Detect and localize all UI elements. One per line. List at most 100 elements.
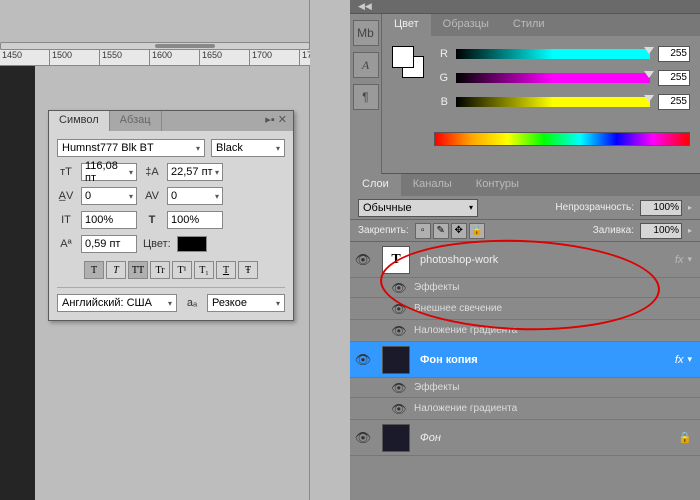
canvas[interactable] [0, 66, 35, 500]
kerning-icon: A̲V [57, 187, 75, 205]
visibility-toggle-icon[interactable]: 👁 [350, 430, 376, 446]
tab-channels[interactable]: Каналы [401, 174, 464, 196]
italic-btn[interactable]: T [106, 261, 126, 279]
kerning-input[interactable]: 0▾ [81, 187, 137, 205]
h-scrollbar[interactable] [0, 42, 310, 50]
fill-label: Заливка: [593, 225, 634, 236]
blend-mode-select[interactable]: Обычные▾ [358, 199, 478, 217]
lock-icon: 🔒 [678, 431, 700, 444]
b-slider[interactable] [456, 97, 650, 107]
effects-header[interactable]: 👁 Эффекты [350, 378, 700, 398]
opacity-arrow-icon[interactable]: ▸ [688, 203, 692, 212]
visibility-toggle-icon[interactable]: 👁 [390, 324, 408, 338]
lock-all-icon[interactable]: 🔒 [469, 223, 485, 239]
g-value[interactable]: 255 [658, 70, 690, 86]
antialias-icon: aₐ [183, 294, 201, 312]
effect-row[interactable]: 👁 Наложение градиента [350, 398, 700, 420]
r-slider[interactable] [456, 49, 650, 59]
fill-input[interactable]: 100% [640, 223, 682, 239]
font-style-select[interactable]: Black▾ [211, 139, 285, 157]
h-scale-input[interactable]: 100% [167, 211, 223, 229]
fx-expand-icon[interactable]: ▾ [687, 354, 700, 365]
h-scale-icon: T [143, 211, 161, 229]
fx-expand-icon[interactable]: ▾ [687, 254, 700, 265]
antialias-select[interactable]: Резкое▾ [207, 294, 285, 312]
font-size-icon: тТ [57, 163, 75, 181]
tab-layers[interactable]: Слои [350, 174, 401, 196]
raster-layer-thumb-icon [382, 346, 410, 374]
visibility-toggle-icon[interactable]: 👁 [390, 381, 408, 395]
fg-bg-swatches[interactable] [392, 46, 424, 78]
collapse-arrows-icon: ◀◀ [358, 1, 372, 12]
smallcaps-btn[interactable]: Tr [150, 261, 170, 279]
b-label: B [436, 96, 448, 108]
g-slider[interactable] [456, 73, 650, 83]
text-color-swatch[interactable] [177, 236, 207, 252]
paragraph-panel-icon[interactable]: ¶ [353, 84, 379, 110]
right-panel-group: ◀◀ Mb A ¶ Цвет Образцы Стили R 255 [350, 0, 700, 500]
layer-row-text[interactable]: 👁 T photoshop-work fx ▾ [350, 242, 700, 278]
color-spectrum[interactable] [434, 132, 690, 146]
color-label: Цвет: [143, 238, 171, 250]
opacity-input[interactable]: 100% [640, 200, 682, 216]
tab-swatches[interactable]: Образцы [431, 14, 501, 36]
bold-btn[interactable]: T [84, 261, 104, 279]
r-label: R [436, 48, 448, 60]
fx-badge[interactable]: fx [675, 254, 688, 266]
fill-arrow-icon[interactable]: ▸ [688, 226, 692, 235]
leading-icon: ‡A [143, 163, 161, 181]
effect-row[interactable]: 👁 Наложение градиента [350, 320, 700, 342]
g-label: G [436, 72, 448, 84]
tab-styles[interactable]: Стили [501, 14, 557, 36]
layer-row-background[interactable]: 👁 Фон 🔒 [350, 420, 700, 456]
underline-btn[interactable]: T [216, 261, 236, 279]
layer-row-selected[interactable]: 👁 Фон копия fx ▾ [350, 342, 700, 378]
r-value[interactable]: 255 [658, 46, 690, 62]
mb-panel-icon[interactable]: Mb [353, 20, 379, 46]
character-panel-icon[interactable]: A [353, 52, 379, 78]
allcaps-btn[interactable]: TT [128, 261, 148, 279]
subscript-btn[interactable]: T₁ [194, 261, 214, 279]
visibility-toggle-icon[interactable]: 👁 [390, 281, 408, 295]
tracking-input[interactable]: 0▾ [167, 187, 223, 205]
collapse-bar[interactable]: ◀◀ [350, 0, 700, 14]
font-size-input[interactable]: 116,08 пт▾ [81, 163, 137, 181]
lock-position-icon[interactable]: ✥ [451, 223, 467, 239]
raster-layer-thumb-icon [382, 424, 410, 452]
tab-character[interactable]: Символ [49, 111, 110, 131]
layers-panel: Слои Каналы Контуры Обычные▾ Непрозрачно… [350, 174, 700, 500]
text-layer-thumb-icon: T [382, 246, 410, 274]
superscript-btn[interactable]: T¹ [172, 261, 192, 279]
lock-pixels-icon[interactable]: ✎ [433, 223, 449, 239]
fx-badge[interactable]: fx [675, 354, 688, 366]
strikethrough-btn[interactable]: Ŧ [238, 261, 258, 279]
color-panel: Цвет Образцы Стили R 255 G 255 [382, 14, 700, 174]
effects-header[interactable]: 👁 Эффекты [350, 278, 700, 298]
visibility-toggle-icon[interactable]: 👁 [350, 252, 376, 268]
character-panel: Символ Абзац ▸▪ ✕ Humnst777 Blk BT▾ Blac… [48, 110, 294, 321]
panel-menu-icon[interactable]: ▸▪ ✕ [259, 111, 293, 131]
font-family-select[interactable]: Humnst777 Blk BT▾ [57, 139, 205, 157]
lock-label: Закрепить: [358, 225, 409, 236]
layer-list: 👁 T photoshop-work fx ▾ 👁 Эффекты 👁 Внеш… [350, 242, 700, 456]
leading-input[interactable]: 22,57 пт▾ [167, 163, 223, 181]
language-select[interactable]: Английский: США▾ [57, 294, 177, 312]
collapsed-panel-strip: Mb A ¶ [350, 14, 382, 174]
visibility-toggle-icon[interactable]: 👁 [390, 402, 408, 416]
baseline-input[interactable]: 0,59 пт [81, 235, 137, 253]
visibility-toggle-icon[interactable]: 👁 [390, 302, 408, 316]
opacity-label: Непрозрачность: [555, 202, 634, 213]
v-scale-input[interactable]: 100% [81, 211, 137, 229]
lock-transparency-icon[interactable]: ▫ [415, 223, 431, 239]
visibility-toggle-icon[interactable]: 👁 [350, 352, 376, 368]
tab-paths[interactable]: Контуры [464, 174, 531, 196]
fg-color-swatch[interactable] [392, 46, 414, 68]
b-value[interactable]: 255 [658, 94, 690, 110]
v-scale-icon: IT [57, 211, 75, 229]
tab-color[interactable]: Цвет [382, 14, 431, 36]
ruler-horizontal: 1450 1500 1550 1600 1650 1700 1750 1800 … [0, 50, 310, 66]
tab-paragraph[interactable]: Абзац [110, 111, 162, 131]
effect-row[interactable]: 👁 Внешнее свечение [350, 298, 700, 320]
baseline-icon: Aª [57, 235, 75, 253]
tracking-icon: AV [143, 187, 161, 205]
